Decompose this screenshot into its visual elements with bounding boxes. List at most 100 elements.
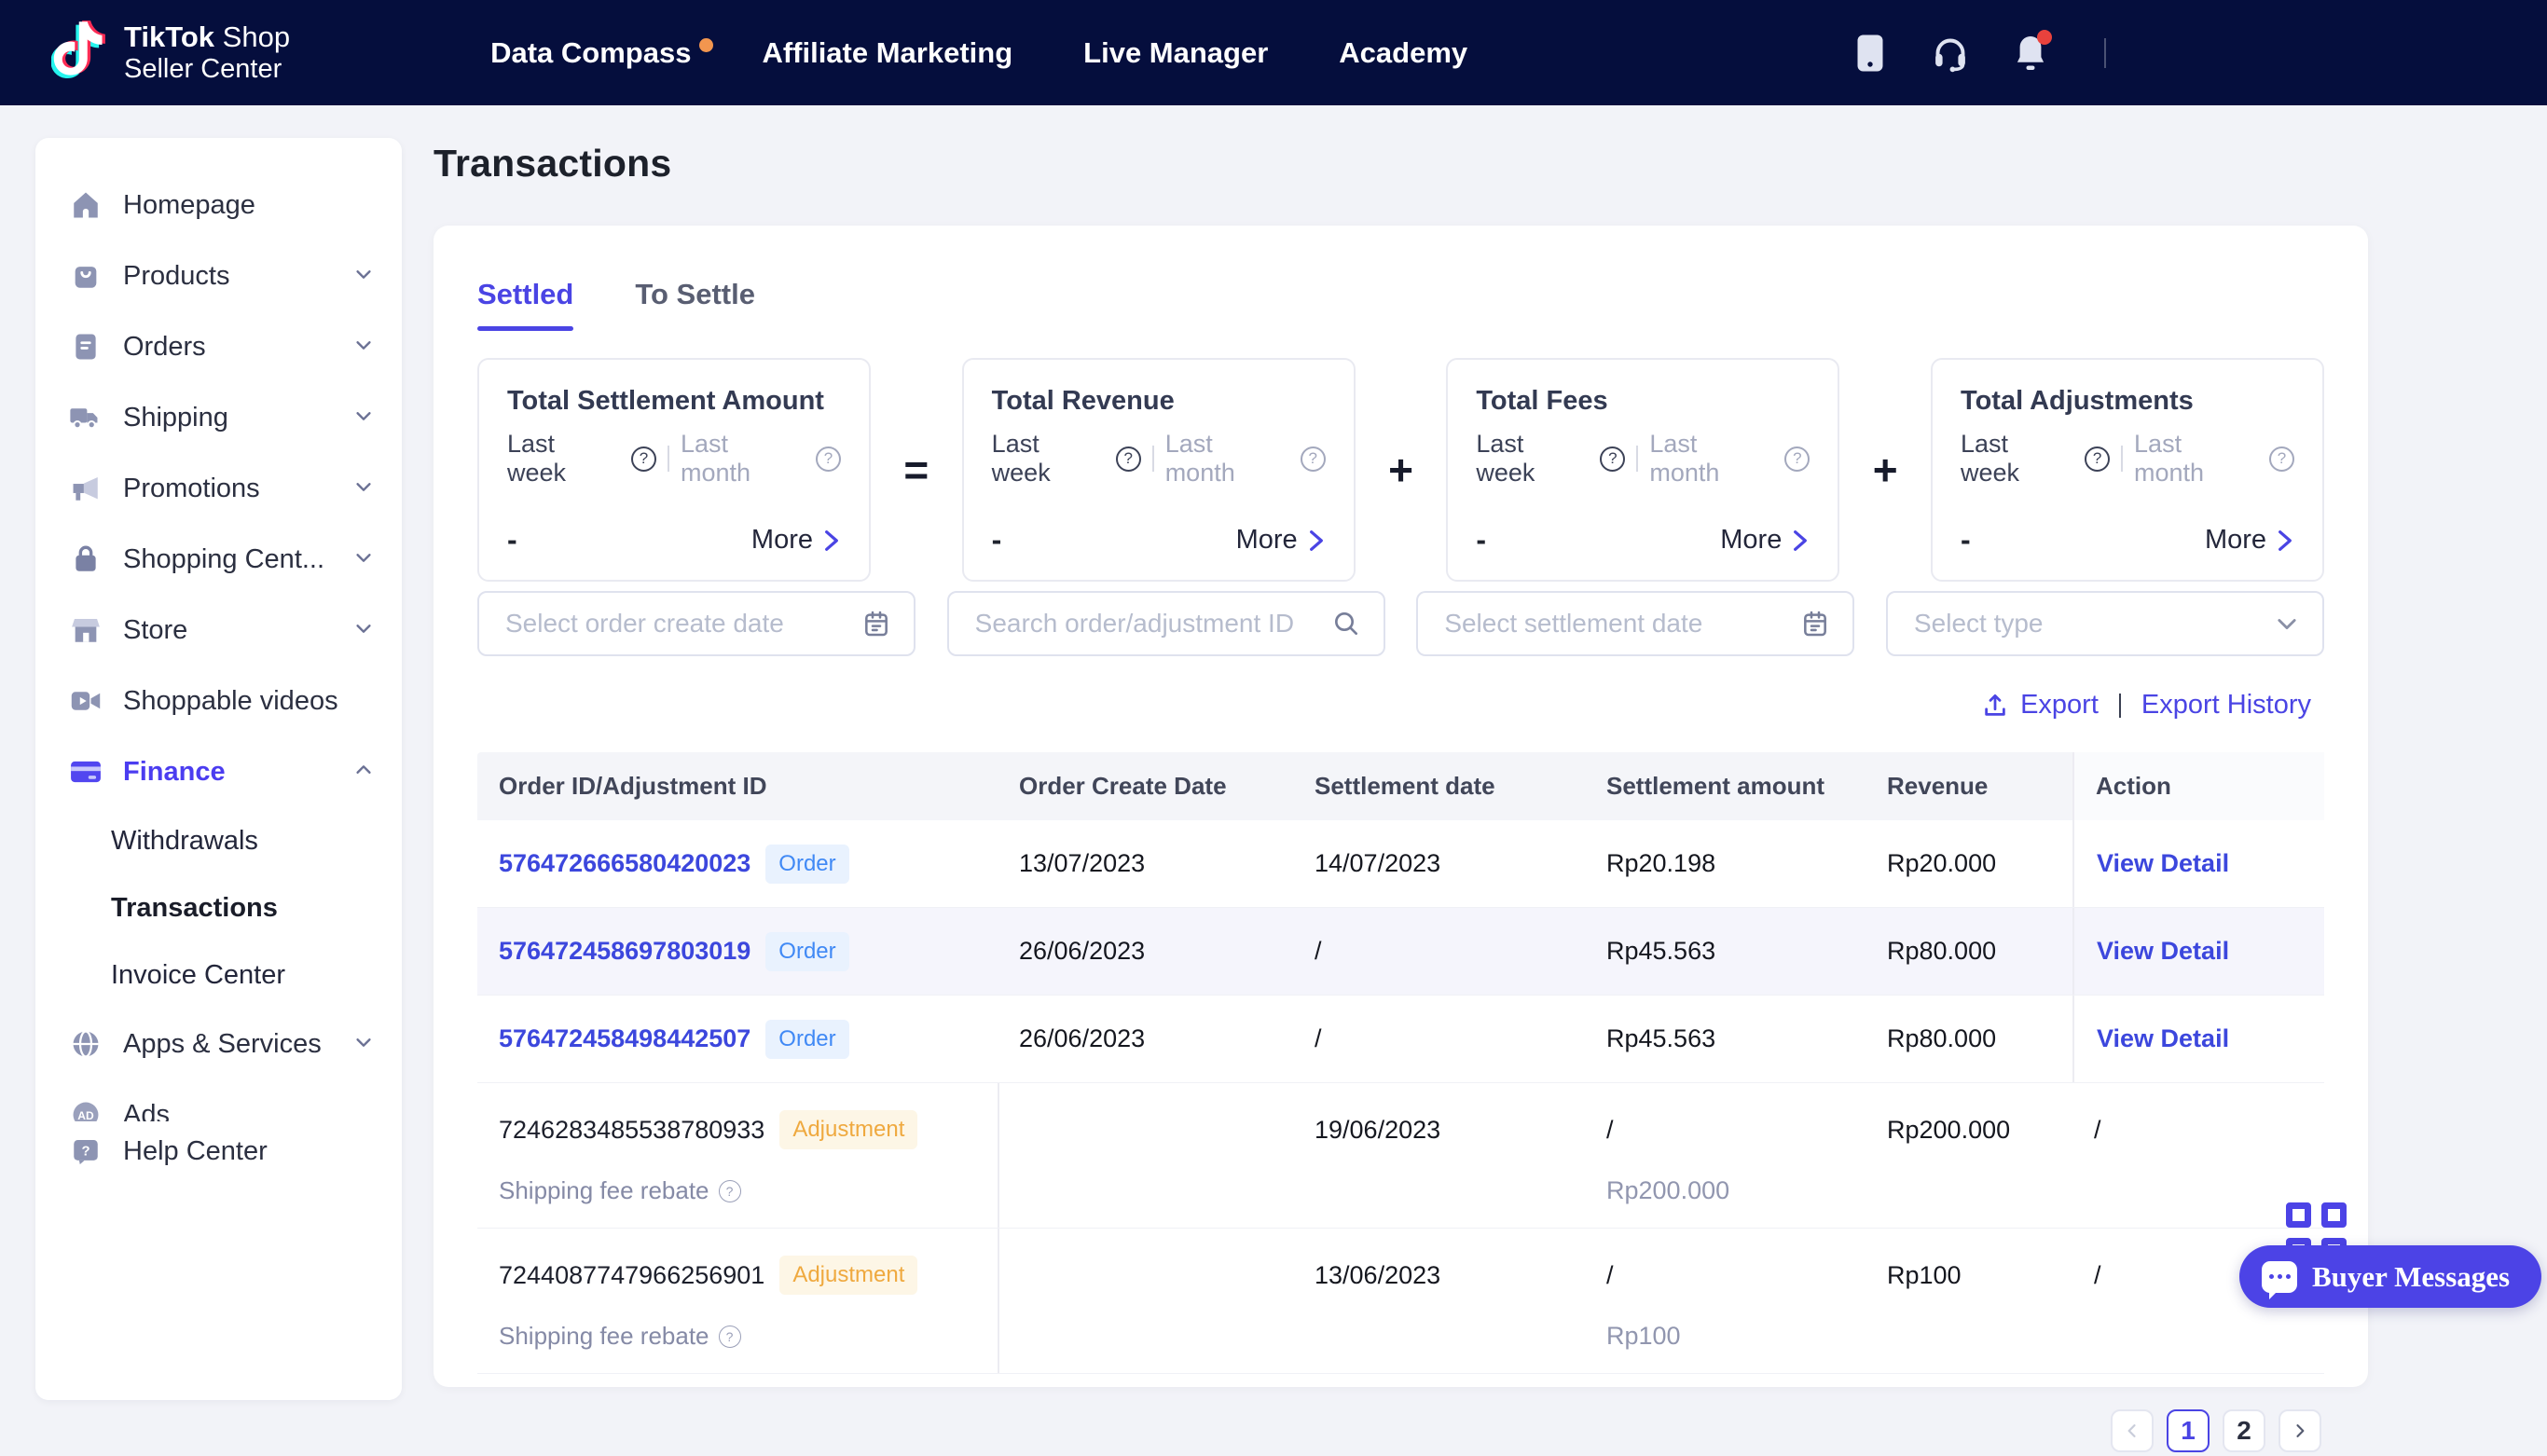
period-last-week[interactable]: Last week: [1961, 430, 2073, 488]
sidebar-item-promotions[interactable]: Promotions: [35, 453, 402, 524]
period-last-week[interactable]: Last week: [1476, 430, 1589, 488]
help-question-icon[interactable]: ?: [2085, 446, 2110, 472]
nav-item-live-manager[interactable]: Live Manager: [1083, 36, 1268, 70]
tab-label: To Settle: [635, 278, 755, 310]
sidebar-item-store[interactable]: Store: [35, 595, 402, 666]
sidebar-item-shipping[interactable]: Shipping: [35, 382, 402, 453]
tab-underline: [635, 326, 755, 331]
more-link[interactable]: More: [2205, 525, 2294, 556]
period-last-week[interactable]: Last week: [507, 430, 620, 488]
pagination-prev-button[interactable]: [2111, 1409, 2154, 1452]
more-link[interactable]: More: [751, 525, 841, 556]
notifications-bell-icon[interactable]: [2011, 34, 2050, 73]
period-last-month[interactable]: Last month: [1649, 430, 1773, 488]
tiktok-note-icon: [51, 20, 111, 87]
sidebar-menu: Homepage Products Orders ShippingPromotions…: [35, 138, 402, 1150]
help-question-icon[interactable]: ?: [719, 1326, 741, 1348]
sidebar-item-finance[interactable]: Finance: [35, 736, 402, 807]
notification-dot: [699, 38, 713, 52]
sidebar-item-label: Help Center: [123, 1136, 374, 1167]
nav-menu: Data Compass Affiliate Marketing Live Mana…: [490, 36, 1467, 70]
order-id-link[interactable]: 576472458697803019Order: [477, 932, 998, 971]
sidebar-item-label: Orders: [123, 332, 353, 363]
chevron-down-icon: [2274, 611, 2300, 637]
summary-cards-row: Total Settlement AmountLast week?Last mo…: [477, 358, 2324, 582]
period-last-week[interactable]: Last week: [992, 430, 1105, 488]
chevron-down-icon: [353, 615, 374, 646]
more-link[interactable]: More: [1720, 525, 1810, 556]
filter-select-order-create-date[interactable]: Select order create date: [477, 591, 916, 656]
sidebar-item-transactions[interactable]: Transactions: [35, 874, 402, 941]
help-question-icon[interactable]: ?: [1301, 446, 1326, 472]
nav-item-academy[interactable]: Academy: [1339, 36, 1467, 70]
summary-card-total-adjustments: Total AdjustmentsLast week?Last month?-M…: [1931, 358, 2324, 582]
order-id-link[interactable]: 576472458498442507Order: [477, 1020, 998, 1059]
view-detail-link[interactable]: View Detail: [2097, 937, 2229, 966]
period-last-month[interactable]: Last month: [1165, 430, 1289, 488]
tab-underline: [477, 326, 573, 331]
pagination-page-1[interactable]: 1: [2167, 1409, 2210, 1452]
filters-row: Select order create date Search order/adj…: [477, 591, 2324, 656]
revenue-cell: /: [2072, 1116, 2324, 1145]
nav-item-data-compass[interactable]: Data Compass: [490, 36, 691, 70]
help-question-icon[interactable]: ?: [631, 446, 656, 472]
order-create-date-cell: 26/06/2023: [998, 1024, 1293, 1053]
sidebar-item-orders[interactable]: Orders: [35, 311, 402, 382]
export-history-button[interactable]: Export History: [2141, 690, 2311, 721]
help-question-icon[interactable]: ?: [816, 446, 841, 472]
chevron-up-icon: [353, 757, 374, 788]
sidebar-item-help-center[interactable]: ?Help Center: [35, 1121, 402, 1181]
formula-operator: =: [871, 358, 962, 582]
orders-icon: [69, 330, 103, 364]
table-row: 7244087747966256901Adjustment13/06/2023/…: [477, 1229, 2324, 1374]
logo-shop: Shop: [223, 21, 290, 53]
home-icon: [69, 188, 103, 222]
column-header-settlement-amount: Settlement amount: [1585, 752, 1866, 820]
filter-search-order-adjustment-id[interactable]: Search order/adjustment ID: [947, 591, 1385, 656]
tab-to-settle[interactable]: To Settle: [635, 278, 755, 331]
chevron-down-icon: [353, 332, 374, 363]
filter-select-type[interactable]: Select type: [1886, 591, 2324, 656]
action-cell: View Detail: [2072, 996, 2324, 1082]
tiktok-shop-seller-center-logo[interactable]: TikTok Shop Seller Center: [51, 20, 290, 87]
sidebar-item-label: Products: [123, 261, 353, 292]
pagination-next-button[interactable]: [2279, 1409, 2321, 1452]
sidebar-item-withdrawals[interactable]: Withdrawals: [35, 807, 402, 874]
sidebar-pinned-footer: ?Help Center: [35, 1121, 402, 1400]
sidebar-item-apps-services[interactable]: Apps & Services: [35, 1009, 402, 1079]
sidebar-item-shopping-cent[interactable]: Shopping Cent...: [35, 524, 402, 595]
calendar-icon: [861, 609, 891, 639]
mobile-app-icon[interactable]: [1851, 34, 1890, 73]
shoppable-videos-icon: [69, 684, 103, 718]
period-last-month[interactable]: Last month: [2134, 430, 2258, 488]
help-question-icon[interactable]: ?: [1116, 446, 1141, 472]
order-type-badge: Order: [765, 845, 848, 884]
tab-settled[interactable]: Settled: [477, 278, 573, 331]
help-question-icon[interactable]: ?: [1784, 446, 1810, 472]
help-question-icon[interactable]: ?: [719, 1180, 741, 1202]
more-link[interactable]: More: [1236, 525, 1326, 556]
view-detail-link[interactable]: View Detail: [2097, 1024, 2229, 1053]
sidebar-item-shoppable-videos[interactable]: Shoppable videos: [35, 666, 402, 736]
nav-item-affiliate-marketing[interactable]: Affiliate Marketing: [762, 36, 1012, 70]
buyer-messages-label: Buyer Messages: [2312, 1260, 2510, 1294]
filter-select-settlement-date[interactable]: Select settlement date: [1416, 591, 1854, 656]
settlement-date-cell: 14/07/2023: [1293, 849, 1585, 878]
view-detail-link[interactable]: View Detail: [2097, 849, 2229, 878]
export-button[interactable]: Export: [1981, 690, 2099, 721]
table-row: 576472458498442507Order26/06/2023/Rp45.5…: [477, 996, 2324, 1083]
help-question-icon[interactable]: ?: [2269, 446, 2294, 472]
pagination-page-2[interactable]: 2: [2223, 1409, 2265, 1452]
sidebar-item-label: Invoice Center: [111, 960, 374, 991]
pagination: 12: [2111, 1409, 2321, 1452]
sidebar-item-products[interactable]: Products: [35, 240, 402, 311]
period-last-month[interactable]: Last month: [681, 430, 805, 488]
chevron-down-icon: [353, 474, 374, 504]
help-question-icon[interactable]: ?: [1600, 446, 1625, 472]
order-id-link[interactable]: 576472666580420023Order: [477, 845, 998, 884]
shipping-truck-icon: [69, 401, 103, 434]
sidebar-item-invoice-center[interactable]: Invoice Center: [35, 941, 402, 1009]
buyer-messages-button[interactable]: Buyer Messages: [2239, 1245, 2541, 1308]
support-headset-icon[interactable]: [1931, 34, 1970, 73]
sidebar-item-homepage[interactable]: Homepage: [35, 170, 402, 240]
